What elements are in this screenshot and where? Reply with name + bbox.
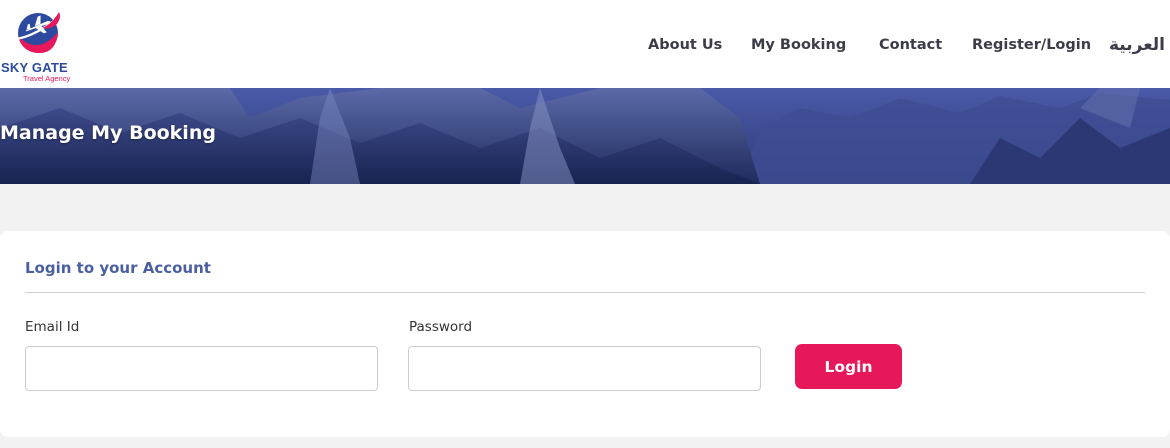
nav-link-my-booking[interactable]: My Booking bbox=[751, 37, 846, 53]
login-button[interactable]: Login bbox=[795, 344, 902, 389]
password-input[interactable] bbox=[408, 346, 761, 391]
nav-link-about-us[interactable]: About Us bbox=[648, 37, 722, 53]
card-divider bbox=[25, 292, 1145, 293]
email-input[interactable] bbox=[25, 346, 378, 391]
page-banner: Manage My Booking bbox=[0, 88, 1170, 184]
brand-name: SKY GATE bbox=[1, 60, 68, 75]
nav-link-language-arabic[interactable]: العربية bbox=[1109, 35, 1165, 55]
site-header: SKY GATE Travel Agency About Us My Booki… bbox=[0, 0, 1170, 88]
login-card: Login to your Account Email Id Password … bbox=[0, 231, 1170, 437]
email-field-label: Email Id bbox=[25, 319, 80, 335]
main-nav: About Us My Booking Contact Register/Log… bbox=[0, 35, 1170, 59]
page-title: Manage My Booking bbox=[0, 122, 216, 144]
password-field-label: Password bbox=[409, 319, 473, 335]
nav-link-register-login[interactable]: Register/Login bbox=[972, 37, 1091, 53]
nav-link-contact[interactable]: Contact bbox=[879, 37, 942, 53]
login-card-title: Login to your Account bbox=[25, 259, 211, 277]
brand-tagline: Travel Agency bbox=[23, 74, 71, 83]
